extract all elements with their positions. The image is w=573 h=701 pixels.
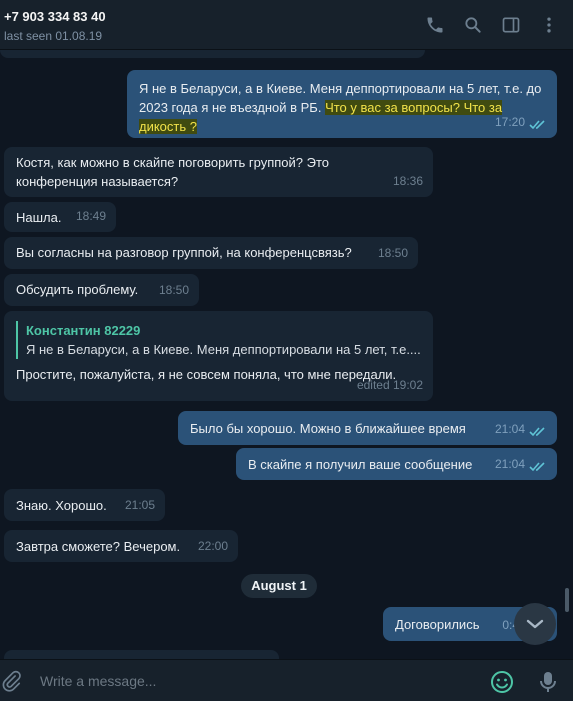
contact-name[interactable]: +7 903 334 83 40 xyxy=(4,9,106,24)
message-time: edited 19:02 xyxy=(356,378,423,392)
message-time: 21:04 xyxy=(494,457,525,471)
message-partial xyxy=(0,50,425,58)
message-time: 18:50 xyxy=(158,283,189,297)
message-incoming[interactable]: Знаю. Хорошо. 21:05 xyxy=(4,489,165,521)
reply-quote[interactable]: Константин 82229 Я не в Беларуси, а в Ки… xyxy=(16,321,421,359)
scrollbar-thumb[interactable] xyxy=(565,588,569,612)
message-time: 18:36 xyxy=(392,174,423,188)
message-incoming[interactable]: Вы согласны на разговор группой, на конф… xyxy=(4,237,418,269)
microphone-icon[interactable] xyxy=(537,670,559,694)
date-separator: August 1 xyxy=(241,574,317,598)
message-input[interactable]: Write a message... xyxy=(40,673,156,689)
reply-author: Константин 82229 xyxy=(26,323,141,338)
message-time: 18:50 xyxy=(377,246,408,260)
sidebar-toggle-icon[interactable] xyxy=(499,13,523,37)
read-ticks-icon xyxy=(529,120,545,130)
message-outgoing[interactable]: Я не в Беларуси, а в Киеве. Меня деппорт… xyxy=(127,70,557,138)
message-incoming-reply[interactable]: Константин 82229 Я не в Беларуси, а в Ки… xyxy=(4,311,433,401)
message-text: Завтра сможете? Вечером. xyxy=(16,539,181,554)
message-time: 21:05 xyxy=(124,498,155,512)
message-incoming[interactable]: Нашла. 18:49 xyxy=(4,202,116,232)
message-incoming[interactable]: Обсудить проблему. 18:50 xyxy=(4,274,199,306)
message-incoming[interactable]: Костя, как можно в скайпе поговорить гру… xyxy=(4,147,433,197)
reply-text: Я не в Беларуси, а в Киеве. Меня деппорт… xyxy=(26,342,421,357)
message-text: Было бы хорошо. Можно в ближайшее время xyxy=(190,421,466,436)
message-time: 18:49 xyxy=(75,209,106,223)
more-icon[interactable] xyxy=(537,13,561,37)
attach-icon[interactable] xyxy=(0,670,22,692)
message-text: Вы согласны на разговор группой, на конф… xyxy=(16,245,352,260)
message-incoming[interactable]: Завтра сможете? Вечером. 22:00 xyxy=(4,530,238,562)
message-time: 17:20 xyxy=(494,115,525,129)
message-text: Костя, как можно в скайпе поговорить гру… xyxy=(16,155,330,189)
message-partial xyxy=(4,650,279,659)
scroll-to-bottom-button[interactable] xyxy=(514,603,556,645)
contact-status: last seen 01.08.19 xyxy=(4,29,103,43)
chat-header: +7 903 334 83 40 last seen 01.08.19 xyxy=(0,0,573,50)
message-time: 22:00 xyxy=(197,539,228,553)
message-outgoing[interactable]: В скайпе я получил ваше сообщение 21:04 xyxy=(236,448,557,480)
read-ticks-icon xyxy=(529,427,545,437)
message-outgoing[interactable]: Было бы хорошо. Можно в ближайшее время … xyxy=(178,411,557,445)
message-composer: Write a message... xyxy=(0,659,573,701)
message-list[interactable]: Я не в Беларуси, а в Киеве. Меня деппорт… xyxy=(0,50,573,659)
search-icon[interactable] xyxy=(461,13,485,37)
message-time: 21:04 xyxy=(494,422,525,436)
chevron-down-icon xyxy=(526,619,544,629)
emoji-icon[interactable] xyxy=(490,670,514,694)
phone-icon[interactable] xyxy=(423,13,447,37)
read-ticks-icon xyxy=(529,462,545,472)
